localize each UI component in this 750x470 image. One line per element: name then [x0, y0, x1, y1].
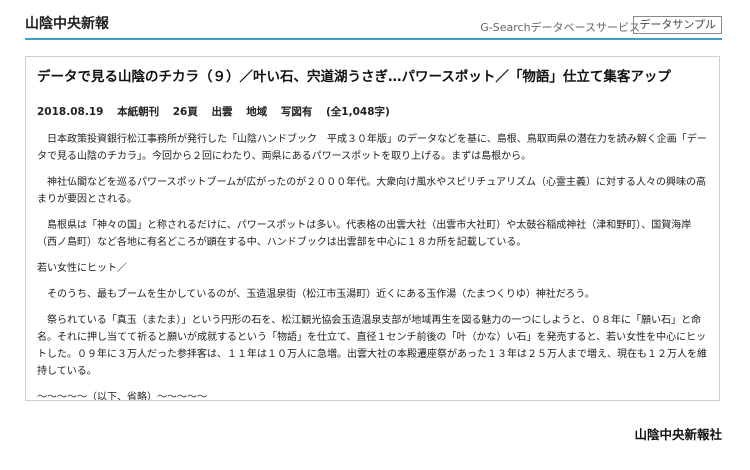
article-headline: データで見る山陰のチカラ（９）／叶い石、宍道湖うさぎ…パワースポット／「物語」仕…	[37, 69, 671, 85]
article-page: 26頁	[172, 106, 198, 118]
article-omission-note: ～～～～～（以下、省略）～～～～～	[37, 392, 207, 401]
publisher-name: 山陰中央新報社	[634, 427, 722, 442]
sample-badge: データサンプル	[633, 16, 722, 34]
article-photo-flag: 写図有	[280, 106, 313, 118]
article-edition: 本紙朝刊	[117, 106, 160, 118]
service-name: G-Searchデータベースサービス	[480, 21, 640, 34]
article-section: 地域	[246, 106, 268, 118]
article-paragraph: 島根県は「神々の国」と称されるだけに、パワースポットは多い。代表格の出雲大社（出…	[37, 220, 692, 248]
article-body: 日本政策投資銀行松江事務所が発行した「山陰ハンドブック 平成３０年版」のデータな…	[37, 131, 708, 401]
top-bar: 山陰中央新報 G-Searchデータベースサービス データサンプル	[25, 0, 722, 40]
article-paragraph: 祭られている「真玉（またま）」という円形の石を、松江観光協会玉造温泉支部が地域再…	[37, 315, 707, 377]
article-paragraph: 日本政策投資銀行松江事務所が発行した「山陰ハンドブック 平成３０年版」のデータな…	[37, 134, 707, 162]
article-paragraph: そのうち、最もブームを生かしているのが、玉造温泉街（松江市玉湯町）近くにある玉作…	[37, 289, 595, 300]
article-paragraph: 神社仏閣などを巡るパワースポットブームが広がったのが２０００年代。大衆向け風水や…	[37, 177, 706, 205]
article-container: データで見る山陰のチカラ（９）／叶い石、宍道湖うさぎ…パワースポット／「物語」仕…	[25, 56, 720, 401]
article-date: 2018.08.19	[37, 106, 104, 118]
article-region: 出雲	[211, 106, 233, 118]
article-subheading: 若い女性にヒット／	[37, 263, 127, 274]
article-char-count: (全1,048字)	[326, 106, 390, 118]
article-meta: 2018.08.19 本紙朝刊 26頁 出雲 地域 写図有 (全1,048字)	[37, 105, 708, 119]
newspaper-logo: 山陰中央新報	[25, 16, 109, 32]
